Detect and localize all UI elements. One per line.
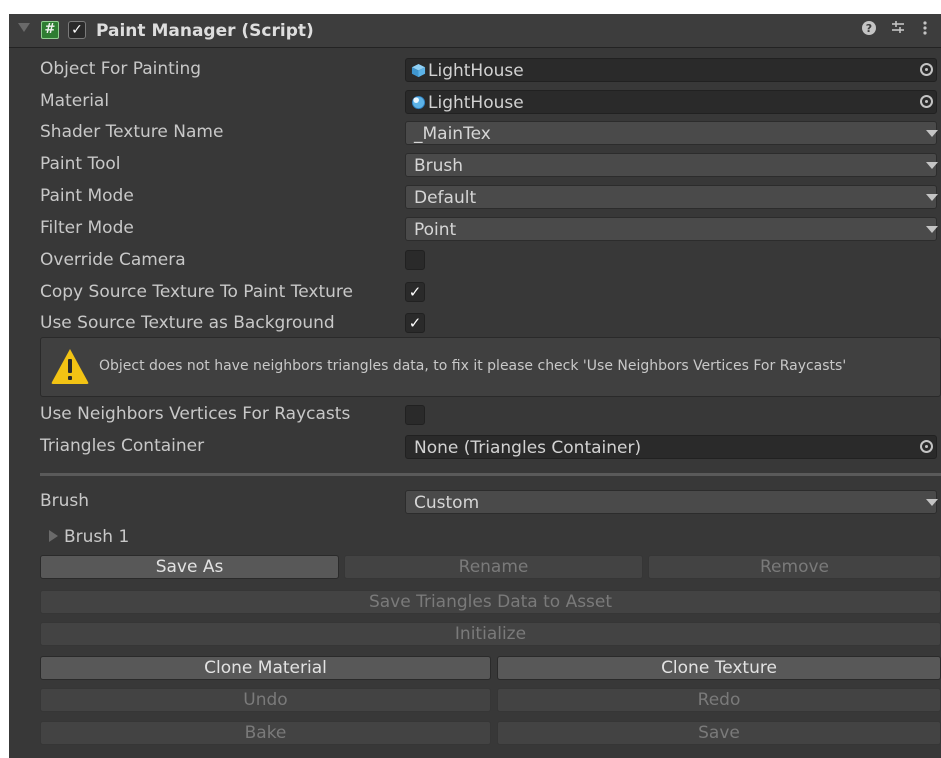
material-sphere-icon <box>411 95 426 110</box>
material-label: Material <box>40 91 110 111</box>
shader-texture-name-label: Shader Texture Name <box>40 122 224 142</box>
brush-foldout[interactable]: Brush 1 <box>49 527 129 547</box>
object-picker-icon[interactable] <box>920 63 933 76</box>
use-neighbors-vertices-checkbox[interactable] <box>405 405 425 425</box>
remove-button[interactable]: Remove <box>648 555 941 579</box>
rename-button[interactable]: Rename <box>344 555 643 579</box>
paint-tool-label: Paint Tool <box>40 154 121 174</box>
svg-text:?: ? <box>866 22 872 35</box>
paint-mode-dropdown[interactable]: Default <box>405 185 938 209</box>
warning-message: Object does not have neighbors triangles… <box>99 358 847 374</box>
paint-tool-value: Brush <box>414 156 464 176</box>
prefab-cube-icon <box>411 63 426 78</box>
script-icon: # <box>41 21 59 39</box>
component-enabled-checkbox[interactable]: ✓ <box>68 21 86 39</box>
object-for-painting-field[interactable]: LightHouse <box>405 58 937 82</box>
chevron-right-icon <box>49 530 58 542</box>
bake-button[interactable]: Bake <box>40 721 491 745</box>
brush-dropdown[interactable]: Custom <box>405 490 938 514</box>
material-value: LightHouse <box>428 93 524 113</box>
override-camera-checkbox[interactable] <box>405 250 425 270</box>
material-field[interactable]: LightHouse <box>405 90 937 114</box>
clone-texture-button[interactable]: Clone Texture <box>497 656 941 680</box>
warning-help-box: Object does not have neighbors triangles… <box>40 337 941 397</box>
more-icon[interactable] <box>922 20 928 40</box>
brush-value: Custom <box>414 493 480 513</box>
collapse-arrow-icon[interactable] <box>18 23 30 32</box>
save-as-button[interactable]: Save As <box>40 555 339 579</box>
filter-mode-dropdown[interactable]: Point <box>405 217 938 241</box>
filter-mode-value: Point <box>414 220 457 240</box>
redo-button[interactable]: Redo <box>497 688 941 712</box>
warning-icon <box>51 349 89 384</box>
initialize-button[interactable]: Initialize <box>40 622 941 646</box>
paint-mode-label: Paint Mode <box>40 186 134 206</box>
use-neighbors-vertices-label: Use Neighbors Vertices For Raycasts <box>40 404 351 424</box>
chevron-down-icon <box>926 162 938 169</box>
brush-label: Brush <box>40 491 90 511</box>
filter-mode-label: Filter Mode <box>40 218 134 238</box>
component-header[interactable]: # ✓ Paint Manager (Script) ? <box>9 14 941 48</box>
object-picker-icon[interactable] <box>920 440 933 453</box>
paint-mode-value: Default <box>414 188 477 208</box>
clone-material-button[interactable]: Clone Material <box>40 656 491 680</box>
object-picker-icon[interactable] <box>920 95 933 108</box>
chevron-down-icon <box>926 130 938 137</box>
undo-button[interactable]: Undo <box>40 688 491 712</box>
object-for-painting-value: LightHouse <box>428 61 524 81</box>
chevron-down-icon <box>926 194 938 201</box>
object-for-painting-label: Object For Painting <box>40 59 202 79</box>
shader-texture-name-value: _MainTex <box>414 124 491 144</box>
triangles-container-label: Triangles Container <box>40 436 205 456</box>
component-title: Paint Manager (Script) <box>96 21 314 41</box>
paint-tool-dropdown[interactable]: Brush <box>405 153 938 177</box>
help-icon[interactable]: ? <box>861 20 877 40</box>
use-source-texture-bg-label: Use Source Texture as Background <box>40 313 335 333</box>
save-triangles-data-button[interactable]: Save Triangles Data to Asset <box>40 590 941 614</box>
triangles-container-field[interactable]: None (Triangles Container) <box>405 435 937 459</box>
chevron-down-icon <box>926 499 938 506</box>
presets-icon[interactable] <box>890 20 906 40</box>
triangles-container-value: None (Triangles Container) <box>414 438 642 458</box>
use-source-texture-bg-checkbox[interactable]: ✓ <box>405 313 425 333</box>
brush-foldout-label: Brush 1 <box>64 527 130 547</box>
chevron-down-icon <box>926 226 938 233</box>
copy-source-texture-checkbox[interactable]: ✓ <box>405 282 425 302</box>
copy-source-texture-label: Copy Source Texture To Paint Texture <box>40 282 353 302</box>
override-camera-label: Override Camera <box>40 250 186 270</box>
inspector-panel: # ✓ Paint Manager (Script) ? Object For … <box>9 14 941 758</box>
save-button[interactable]: Save <box>497 721 941 745</box>
separator <box>40 473 941 476</box>
shader-texture-name-dropdown[interactable]: _MainTex <box>405 121 938 145</box>
